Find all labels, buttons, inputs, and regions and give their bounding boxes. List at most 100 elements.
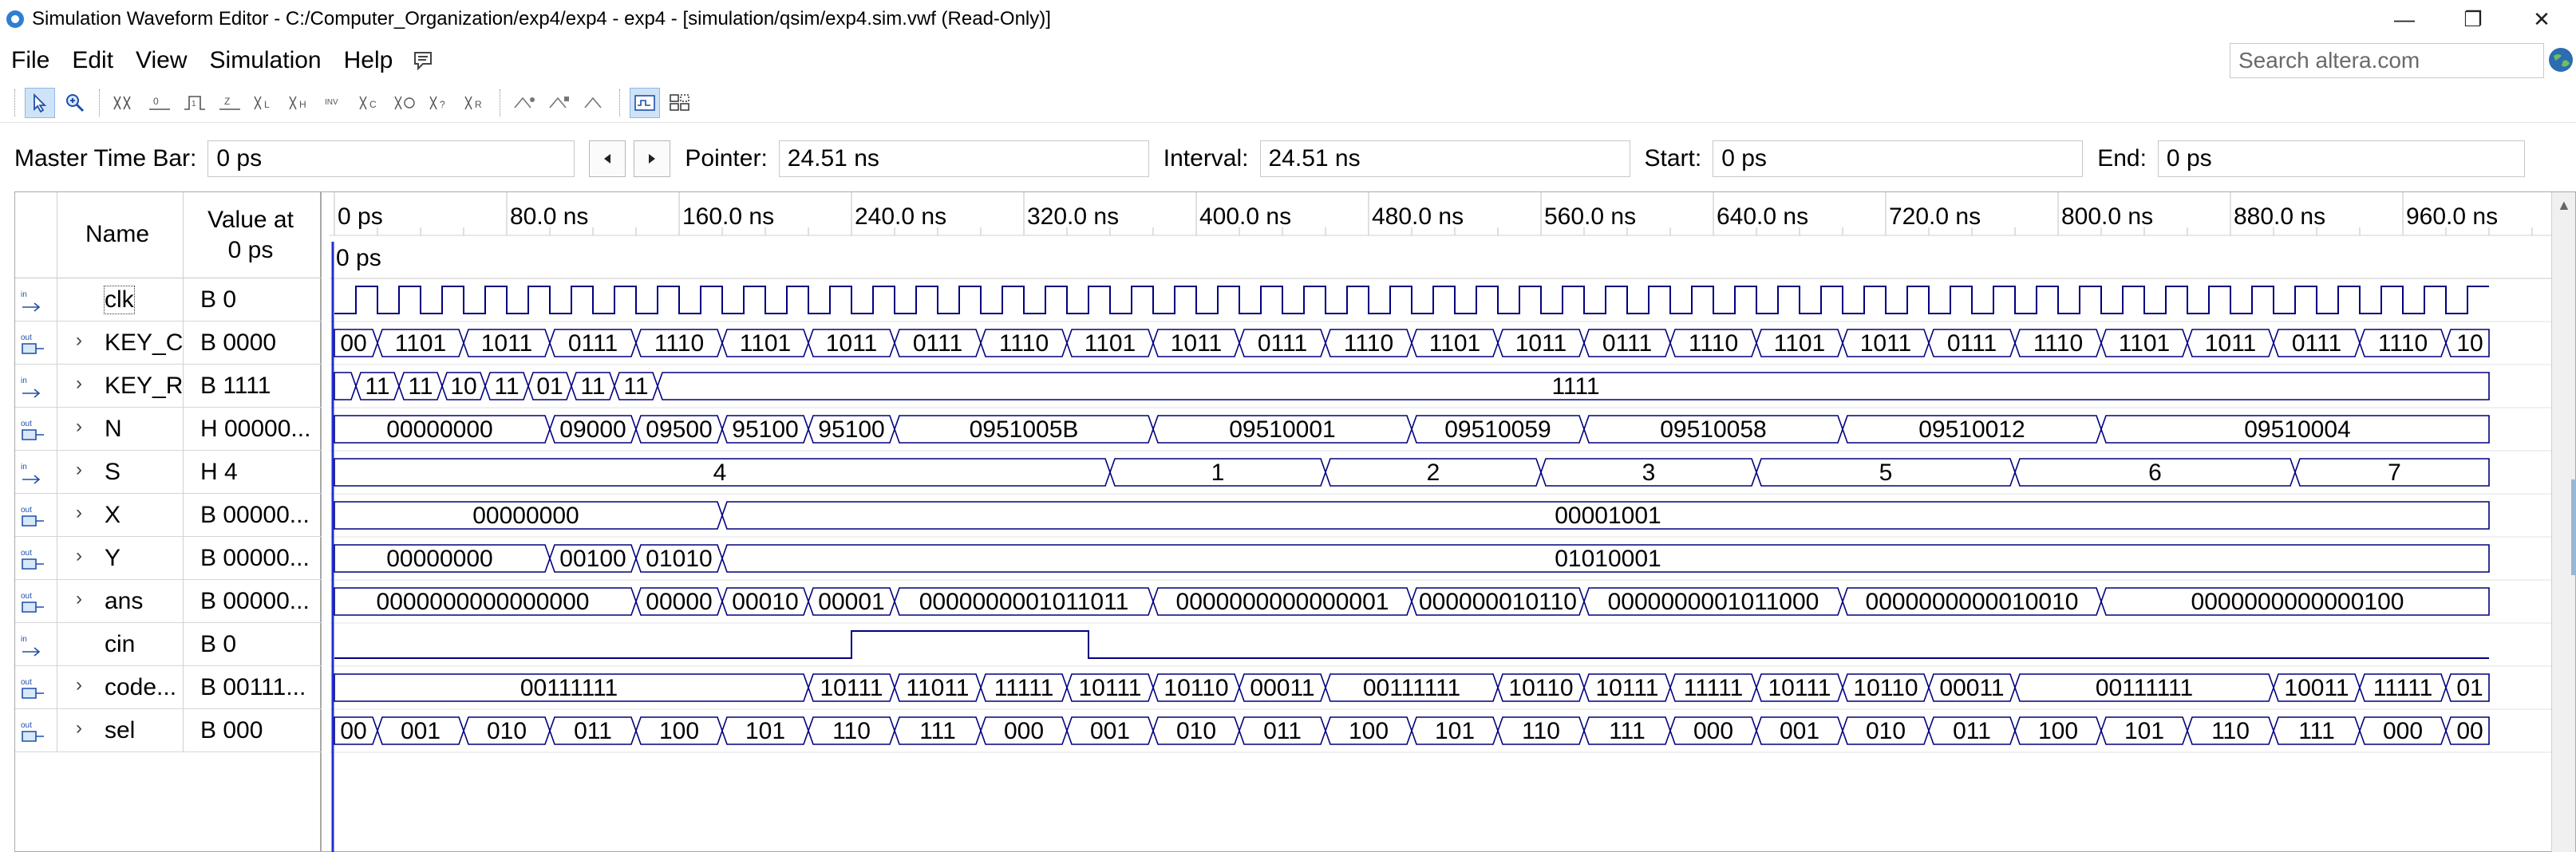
bus-value-label: 1011 (481, 330, 533, 357)
globe-icon[interactable] (2547, 46, 2574, 73)
clock-value-icon[interactable] (390, 88, 421, 118)
signal-row[interactable]: in › KEY_R B 1111 (15, 365, 322, 408)
column-divider (183, 451, 184, 494)
signal-row[interactable]: out › code... B 00111... (15, 666, 322, 709)
signal-value: B 0 (200, 631, 237, 657)
expand-chevron-icon[interactable]: › (76, 588, 82, 610)
waveform-sel[interactable]: 00 001 010 011 100 101 110 111 000 001 010 011 100 10… (334, 716, 2490, 745)
value-column-header[interactable]: Value at 0 ps (183, 205, 318, 266)
expand-chevron-icon[interactable]: › (76, 329, 82, 352)
bus-value-label: 100 (659, 718, 699, 744)
bus-value-label: 000 (2383, 718, 2423, 744)
waveform-y[interactable]: 00000000 00100 01010 01010001 (334, 544, 2490, 573)
title-bar: Simulation Waveform Editor - C:/Computer… (0, 0, 2576, 38)
selection-tool-icon[interactable] (25, 87, 55, 118)
bus-segment-bottom (334, 385, 357, 400)
overwrite-clock-icon[interactable] (580, 88, 610, 118)
bus-value-label: 1101 (1085, 330, 1136, 357)
menu-help[interactable]: Help (344, 47, 393, 74)
window-controls: — ❐ ✕ (2370, 0, 2576, 38)
output-pin-icon: out (21, 506, 44, 527)
menu-view[interactable]: View (136, 47, 187, 74)
waveform-cin[interactable] (334, 630, 2489, 659)
svg-text:in: in (21, 463, 27, 471)
signal-row[interactable]: out › ans B 00000... (15, 580, 322, 623)
scrollbar-thumb[interactable] (2571, 479, 2576, 575)
random-value-icon[interactable]: R (460, 88, 491, 118)
waveform-ans[interactable]: 0000000000000000 00000 00010 00001 000000000… (334, 587, 2490, 616)
bus-value-label: 00011 (1250, 675, 1314, 701)
menu-bar: File Edit View Simulation Help Search al… (0, 38, 2576, 83)
uninitialized-icon[interactable] (109, 88, 140, 118)
waveform-s[interactable]: 4 1 2 3 5 6 7 (334, 458, 2490, 487)
count-value-icon[interactable]: C (355, 88, 385, 118)
maximize-button[interactable]: ❐ (2439, 0, 2507, 38)
chat-help-icon[interactable] (412, 49, 434, 72)
svg-text:in: in (21, 377, 27, 385)
waveform-canvas[interactable]: 0 ps 80.0 ns 160.0 ns 240.0 ns 320.0 ns 400.0… (330, 192, 2551, 852)
vertical-scrollbar[interactable]: ▲ (2551, 192, 2576, 852)
signal-row[interactable]: out › Y B 00000... (15, 537, 322, 580)
expand-chevron-icon[interactable]: › (76, 502, 82, 524)
scroll-up-icon[interactable]: ▲ (2557, 197, 2571, 214)
signal-row[interactable]: out › N H 00000... (15, 408, 322, 451)
waveform-key_c[interactable]: 00 1101 1011 0111 1110 1101 1011 0111 1110 1101 10… (334, 329, 2490, 357)
waveform-code[interactable]: 00111111 10111 11011 11111 10111 10110 00011 00… (334, 673, 2490, 702)
expand-chevron-icon[interactable]: › (76, 459, 82, 481)
menu-simulation[interactable]: Simulation (210, 47, 322, 74)
svg-text:R: R (475, 99, 482, 110)
next-transition-button[interactable] (634, 140, 671, 177)
signal-row[interactable]: in › S H 4 (15, 451, 322, 494)
high-impedance-icon[interactable]: Z (215, 88, 245, 118)
waveform-x[interactable]: 00000000 00001001 (334, 501, 2490, 530)
output-pin-icon: out (21, 592, 44, 613)
menu-edit[interactable]: Edit (72, 47, 113, 74)
bus-value-label: 010 (487, 718, 527, 744)
svg-text:out: out (21, 721, 32, 730)
forcing-high-icon[interactable]: 1 (180, 88, 210, 118)
zoom-tool-icon[interactable] (60, 88, 90, 118)
grid-size-icon[interactable] (545, 88, 575, 118)
minimize-button[interactable]: — (2370, 0, 2439, 38)
waveform-key_r[interactable]: 11 11 10 11 01 11 11 1111 (334, 372, 2490, 400)
bus-value-label: 10111 (1768, 675, 1831, 701)
signal-value: B 00000... (200, 545, 310, 571)
toolbar-grip (14, 89, 16, 116)
master-time-bar-field[interactable]: 0 ps (207, 140, 575, 177)
start-label: Start: (1644, 145, 1702, 172)
menu-file[interactable]: File (11, 47, 49, 74)
forcing-low-icon[interactable]: 0 (144, 88, 175, 118)
prev-transition-button[interactable] (589, 140, 626, 177)
signal-row[interactable]: in clk B 0 (15, 278, 322, 321)
run-simulation-icon[interactable] (630, 87, 660, 118)
waveform-clk[interactable] (334, 286, 2489, 314)
bus-value-label: 110 (832, 718, 871, 744)
snap-to-grid-icon[interactable] (510, 88, 540, 118)
signal-name: ans (105, 588, 144, 614)
svg-text:0: 0 (153, 96, 159, 107)
arbitrary-value-icon[interactable]: ? (425, 88, 456, 118)
expand-chevron-icon[interactable]: › (76, 545, 82, 567)
weak-low-icon[interactable]: L (250, 88, 280, 118)
bus-value-label: 01 (2456, 675, 2483, 701)
name-column-header[interactable]: Name (85, 221, 149, 248)
waveform-n[interactable]: 00000000 09000 09500 95100 95100 0951005B 0951… (334, 415, 2490, 444)
expand-chevron-icon[interactable]: › (76, 717, 82, 740)
column-divider (183, 278, 184, 321)
weak-high-icon[interactable]: H (285, 88, 315, 118)
expand-chevron-icon[interactable]: › (76, 416, 82, 438)
time-tick-label: 80.0 ns (510, 203, 588, 230)
signal-row[interactable]: in cin B 0 (15, 623, 322, 666)
expand-chevron-icon[interactable]: › (76, 373, 82, 395)
waveform-area[interactable]: 0 ps 80.0 ns 160.0 ns 240.0 ns 320.0 ns 400.0… (330, 192, 2551, 852)
signal-row[interactable]: out › X B 00000... (15, 494, 322, 537)
expand-chevron-icon[interactable]: › (76, 674, 82, 696)
close-button[interactable]: ✕ (2507, 0, 2576, 38)
group-signals-icon[interactable] (665, 88, 695, 118)
bus-value-label: 1101 (740, 330, 792, 357)
signal-row[interactable]: out › KEY_C B 0000 (15, 321, 322, 365)
invert-icon[interactable]: INV (320, 88, 350, 118)
search-input[interactable]: Search altera.com (2230, 43, 2544, 78)
bus-value-label: 00111111 (1363, 675, 1460, 701)
signal-row[interactable]: out › sel B 000 (15, 709, 322, 752)
